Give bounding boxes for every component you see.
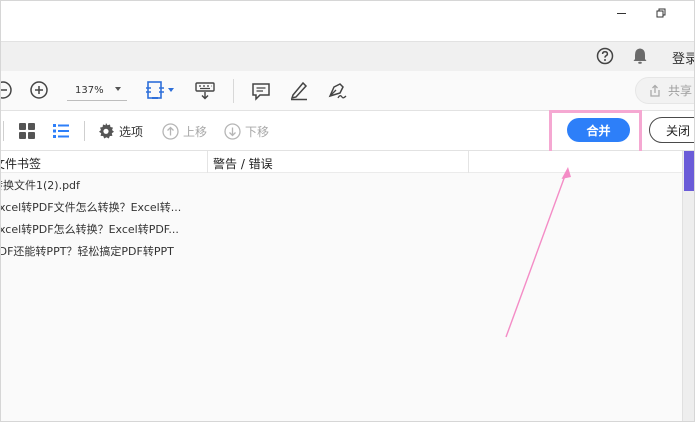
annotation-arrow [505,167,571,338]
app-window: 登录 137% [0,0,695,422]
